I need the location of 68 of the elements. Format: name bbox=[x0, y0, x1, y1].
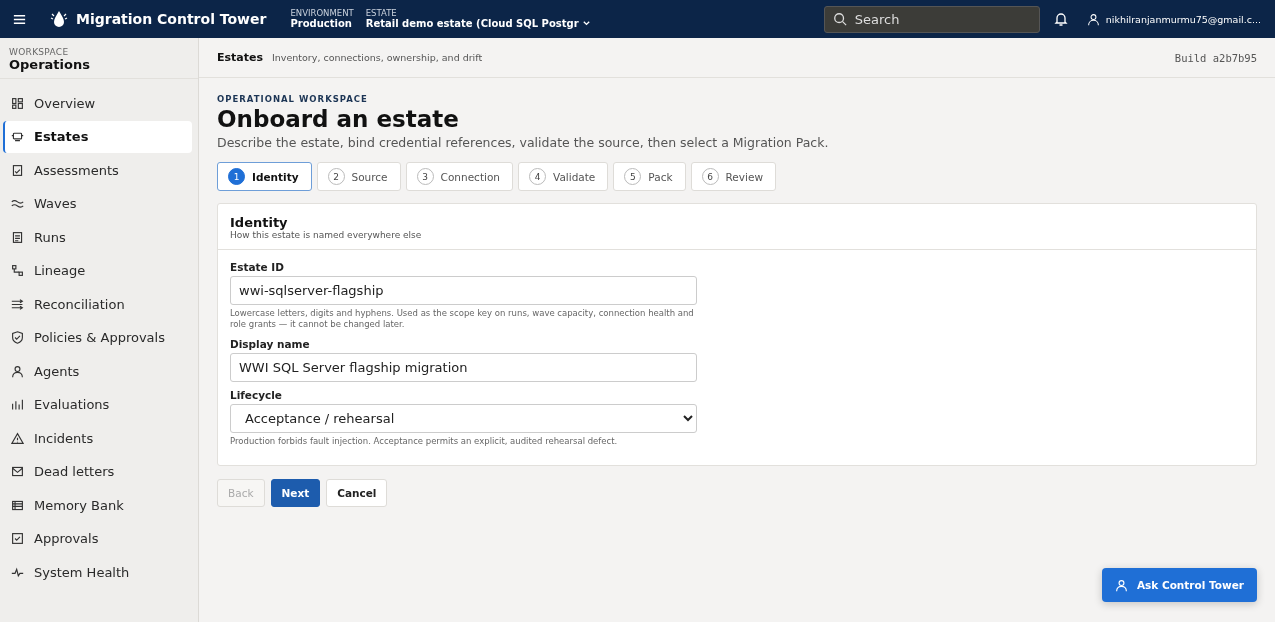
sidebar-item[interactable]: Dead letters bbox=[3, 455, 192, 488]
checkbox-icon bbox=[11, 532, 24, 545]
estate-label: ESTATE bbox=[365, 8, 398, 19]
grid-icon bbox=[11, 96, 24, 110]
step-tab[interactable]: 4 Validate bbox=[518, 162, 609, 191]
table-icon bbox=[11, 498, 24, 512]
sidebar-item[interactable]: Runs bbox=[3, 221, 192, 253]
user-menu[interactable]: nikhilranjanmurmu75@gmail.c... bbox=[1086, 12, 1261, 26]
section-subtitle: Inventory, connections, ownership, and drift bbox=[272, 52, 483, 63]
section-title: Estates bbox=[217, 51, 263, 64]
mail-icon bbox=[11, 465, 24, 478]
sidebar-item[interactable]: Policies & Approvals bbox=[3, 321, 192, 354]
user-icon bbox=[1086, 12, 1100, 26]
nodes-icon bbox=[11, 264, 24, 277]
waves-icon bbox=[11, 197, 24, 210]
page-description: Describe the estate, bind credential references, validate the source, then select a Migration Pack. bbox=[217, 135, 830, 150]
bell-icon[interactable] bbox=[1052, 11, 1069, 27]
field-help-text: Lowercase letters, digits and hyphens. Used as the scope key on runs, wave capacity, connection health and role grants — it cannot be changed later. bbox=[230, 308, 695, 331]
environment-label: ENVIRONMENT bbox=[290, 8, 354, 19]
sidebar-item[interactable]: Waves bbox=[3, 187, 192, 220]
card-title: Identity bbox=[230, 215, 289, 230]
sidebar-item[interactable]: Evaluations bbox=[3, 388, 192, 421]
sidebar-item[interactable]: Estates bbox=[3, 120, 192, 153]
field-label: Lifecycle bbox=[230, 388, 283, 401]
sidebar-item[interactable]: Lineage bbox=[3, 254, 192, 287]
clipboard-icon bbox=[11, 163, 24, 177]
field-help-text: Production forbids fault injection. Acceptance permits an explicit, audited rehearsal defect. bbox=[230, 435, 619, 448]
step-tab[interactable]: 6 Review bbox=[690, 162, 776, 191]
search-field[interactable]: Search bbox=[823, 5, 1040, 33]
step-tab[interactable]: 2 Source bbox=[316, 162, 401, 191]
assistant-button[interactable]: Ask Control Tower bbox=[1101, 568, 1257, 602]
form-button[interactable]: Cancel bbox=[326, 479, 388, 508]
user-icon bbox=[1114, 578, 1128, 592]
environment-value: Production bbox=[290, 18, 353, 30]
text-field[interactable]: wwi-sqlserver-flagship bbox=[230, 276, 697, 305]
form-button[interactable]: Next bbox=[270, 479, 321, 508]
sidebar-item[interactable]: Agents bbox=[3, 355, 192, 387]
warning-icon bbox=[11, 431, 24, 445]
sidebar-item[interactable]: Overview bbox=[3, 87, 192, 119]
app-title: Migration Control Tower bbox=[76, 11, 267, 27]
sidebar-item[interactable]: Memory Bank bbox=[3, 489, 192, 521]
sidebar-item[interactable]: Incidents bbox=[3, 422, 192, 454]
dropdown-field[interactable]: Acceptance / rehearsal bbox=[230, 403, 697, 433]
page-eyebrow: OPERATIONAL WORKSPACE bbox=[217, 94, 369, 104]
step-tab[interactable]: 3 Connection bbox=[405, 162, 513, 191]
sidebar-item[interactable]: Approvals bbox=[3, 522, 192, 555]
search-icon bbox=[832, 11, 847, 26]
text-field[interactable]: WWI SQL Server flagship migration bbox=[230, 352, 697, 382]
shield-icon bbox=[11, 331, 24, 344]
build-label: Build a2b7b95 bbox=[1174, 51, 1257, 64]
estate-dropdown[interactable]: Retail demo estate (Cloud SQL Postgr bbox=[365, 18, 591, 30]
page-title: Onboard an estate bbox=[217, 106, 460, 132]
water-drop-logo-icon bbox=[49, 9, 69, 29]
pulse-icon bbox=[11, 565, 24, 579]
workspace-title: Operations bbox=[9, 57, 91, 72]
sidebar-item[interactable]: Assessments bbox=[3, 154, 192, 186]
card-subtitle: How this estate is named everywhere else bbox=[230, 230, 423, 240]
field-label: Estate ID bbox=[230, 261, 285, 273]
step-tab[interactable]: 1 Identity bbox=[217, 162, 312, 191]
sidebar-item[interactable]: Reconciliation bbox=[3, 288, 192, 320]
workspace-label: WORKSPACE bbox=[9, 47, 70, 57]
document-icon bbox=[11, 230, 24, 244]
step-tab[interactable]: 5 Pack bbox=[613, 162, 686, 191]
field-label: Display name bbox=[230, 337, 311, 350]
arrows-icon bbox=[11, 297, 24, 311]
bar-chart-icon bbox=[11, 398, 24, 411]
sidebar-item[interactable]: System Health bbox=[3, 556, 192, 588]
user-icon bbox=[11, 364, 24, 378]
